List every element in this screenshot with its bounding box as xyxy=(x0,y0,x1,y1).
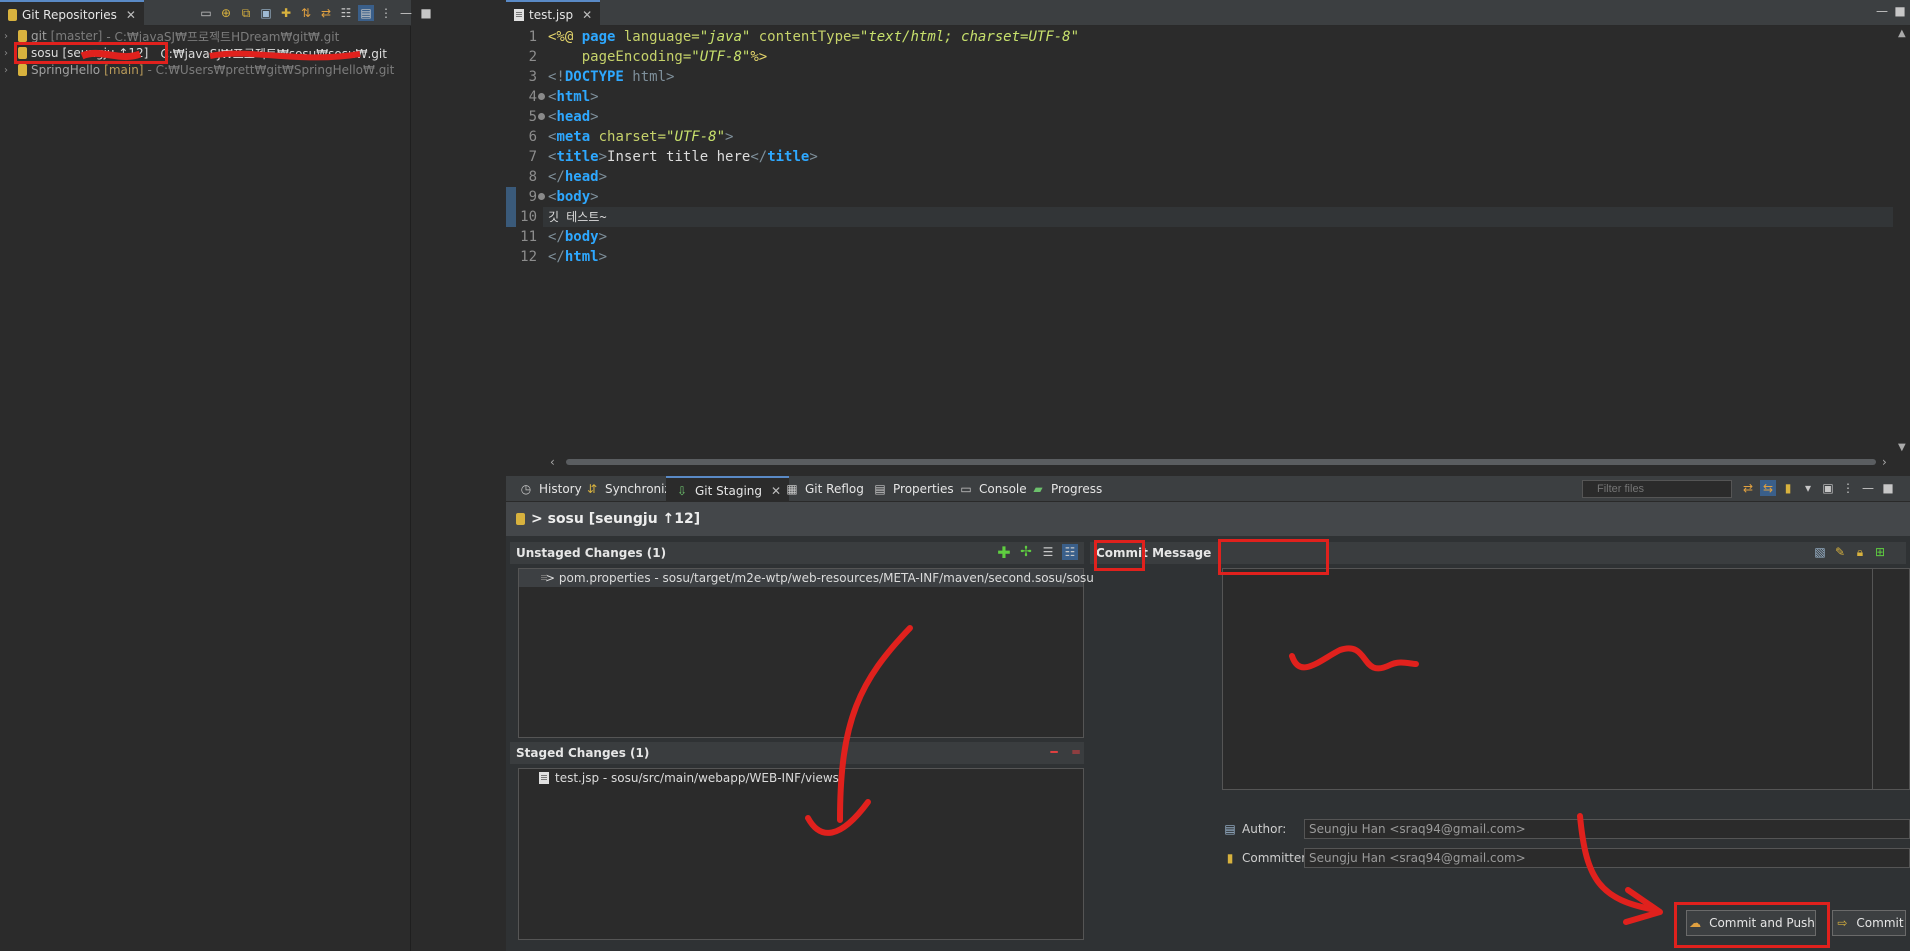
annotation-arrows xyxy=(805,625,1663,925)
